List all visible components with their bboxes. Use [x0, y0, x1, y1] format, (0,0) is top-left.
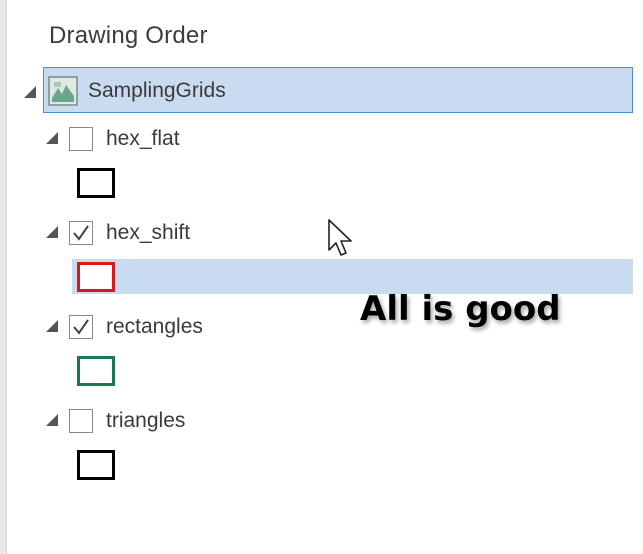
- layer-symbol[interactable]: [77, 450, 115, 480]
- layer-label[interactable]: hex_shift: [106, 221, 190, 245]
- expand-triangle-icon[interactable]: [46, 414, 58, 426]
- mouse-cursor-icon: [327, 218, 357, 265]
- expand-triangle-icon[interactable]: [46, 132, 58, 144]
- layer-visibility-checkbox[interactable]: [69, 409, 93, 433]
- annotation-text: All is good: [360, 289, 561, 329]
- expand-triangle-icon[interactable]: [46, 320, 58, 332]
- expand-triangle-icon[interactable]: [24, 86, 36, 98]
- group-layer-icon: [48, 76, 78, 106]
- pane-left-border: [0, 0, 7, 554]
- layer-label[interactable]: triangles: [106, 409, 185, 433]
- group-layer-label: SamplingGrids: [88, 79, 226, 102]
- checkmark-icon: [73, 319, 89, 335]
- layer-label[interactable]: rectangles: [106, 315, 203, 339]
- layer-symbol[interactable]: [77, 262, 115, 292]
- layer-symbol[interactable]: [77, 168, 115, 198]
- layer-symbol[interactable]: [77, 356, 115, 386]
- layer-visibility-checkbox[interactable]: [69, 221, 93, 245]
- expand-triangle-icon[interactable]: [46, 226, 58, 238]
- layer-label[interactable]: hex_flat: [106, 127, 180, 151]
- pane-title: Drawing Order: [49, 22, 208, 49]
- layer-visibility-checkbox[interactable]: [69, 315, 93, 339]
- checkmark-icon: [73, 225, 89, 241]
- layer-visibility-checkbox[interactable]: [69, 127, 93, 151]
